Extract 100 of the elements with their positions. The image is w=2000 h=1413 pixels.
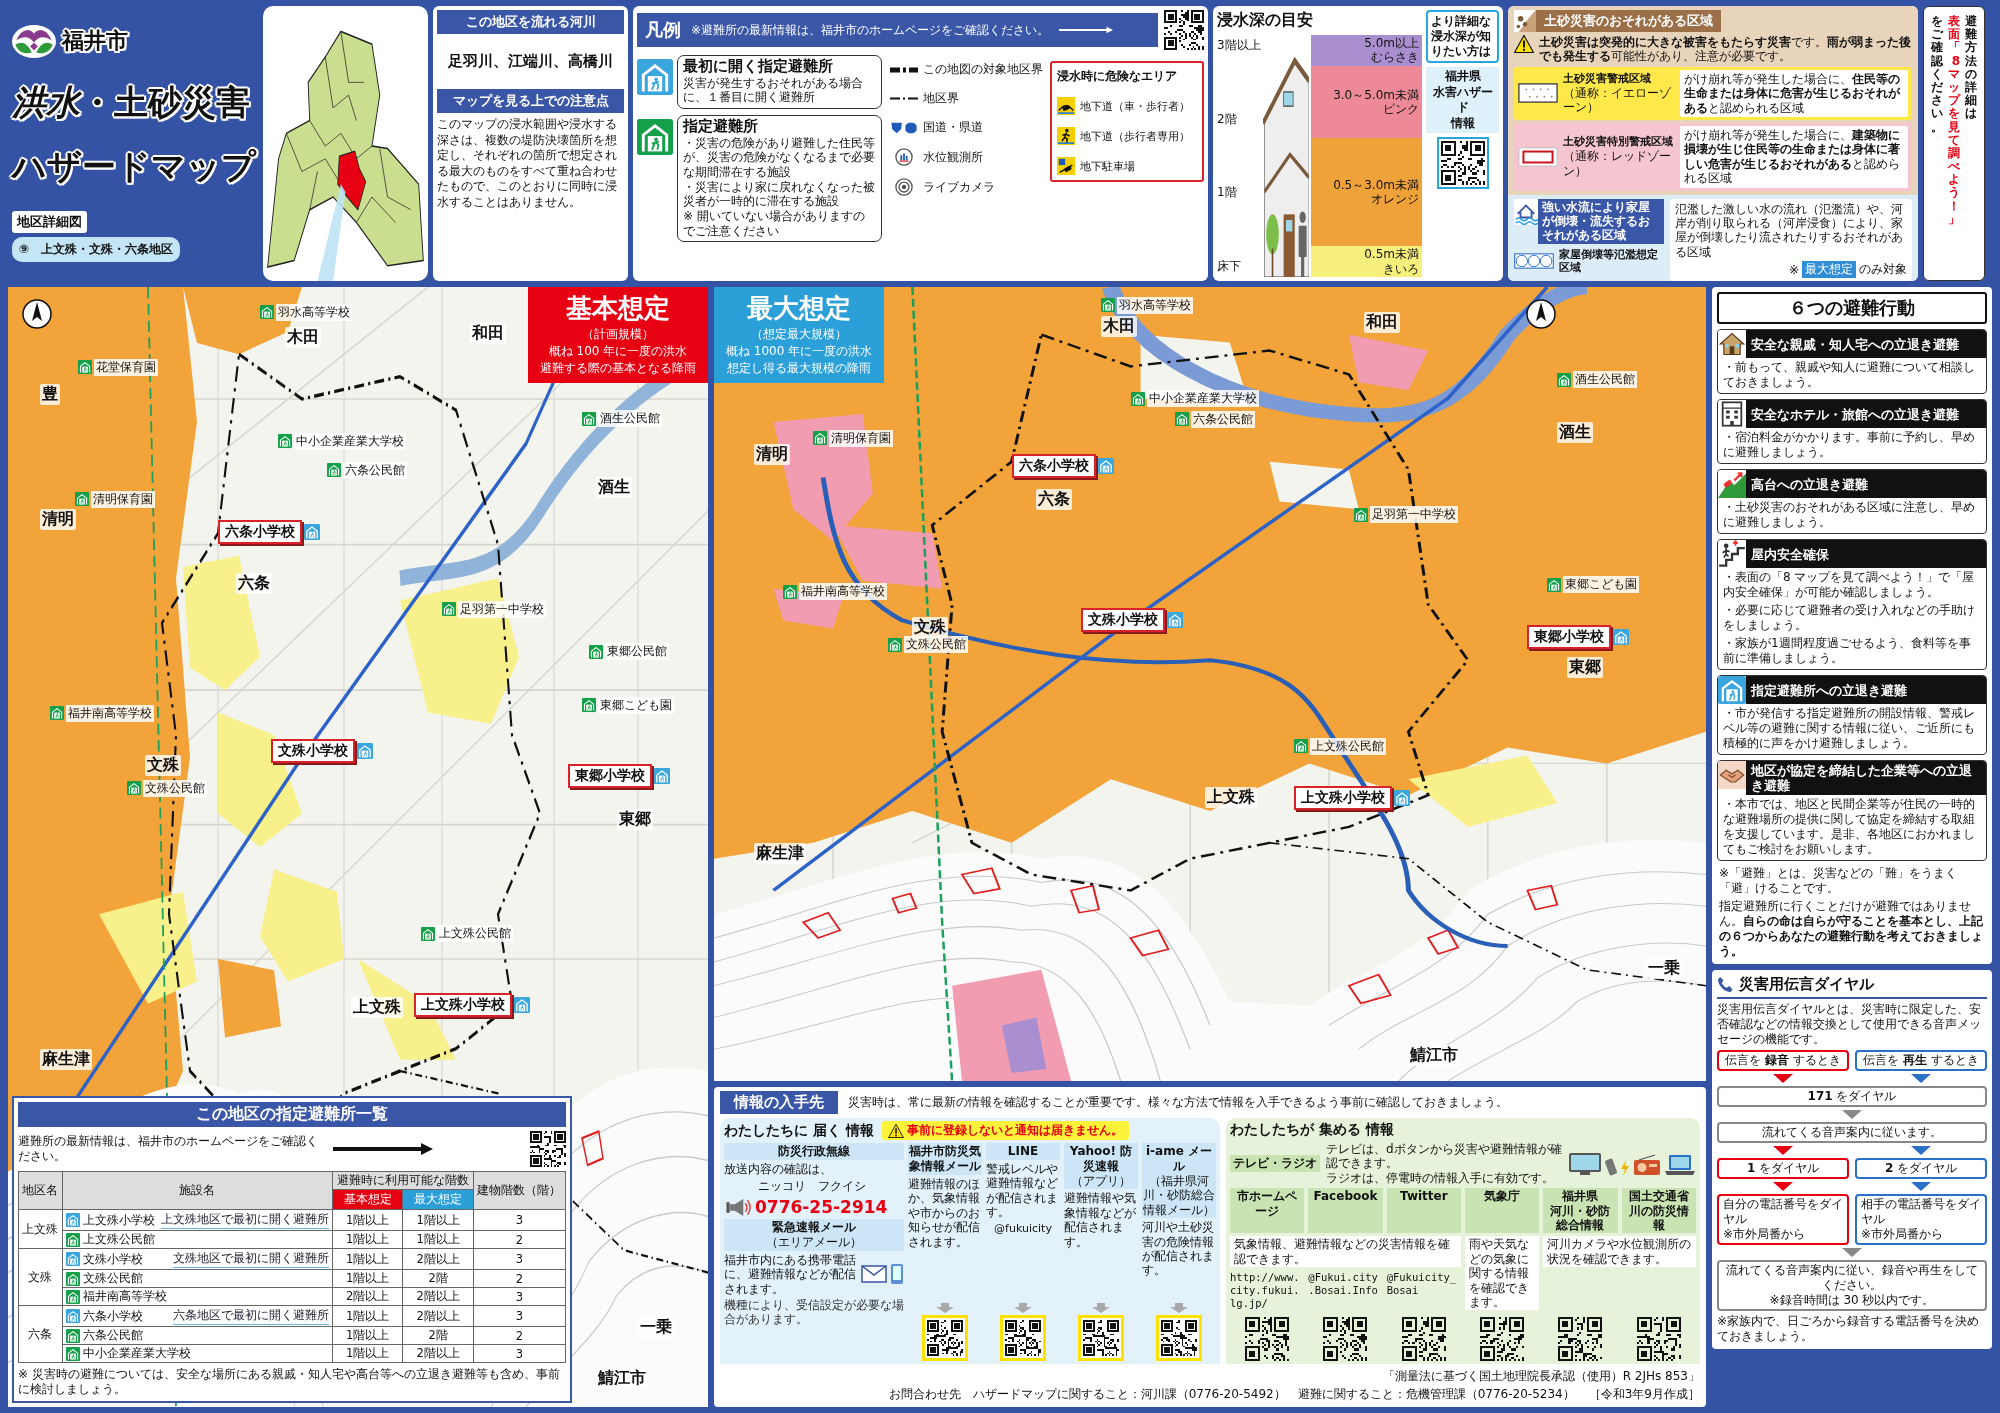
- shelter-list-footnote: ※ 災害時の避難については、安全な場所にある親戚・知人宅や高台等への立退き避難等も含め、事前に検討しましょう。: [18, 1367, 561, 1397]
- dial-number-step: 171 をダイヤル: [1717, 1086, 1987, 1107]
- shelter-legend-title: 指定避難所: [683, 117, 759, 136]
- shelter-legend-text: ・災害の危険があり避難した住民等が、災害の危険がなくなるまで必要な期間滞在する施設: [683, 135, 876, 180]
- qr-code-icon: [1436, 137, 1489, 190]
- depth-range: 0.5～3.0m未満: [1333, 177, 1419, 193]
- facility-label: 中小企業産業大学校: [1146, 390, 1259, 408]
- action-title: 安全な親戚・知人宅への立退き避難: [1746, 330, 1986, 358]
- sediment-warning-text: 土砂災害は突発的に大きな被害をもたらす災害です。雨が弱まった後でも発生する可能性があり、注意が必要です。: [1539, 35, 1912, 64]
- facility-label: 上文殊公民館: [437, 925, 513, 943]
- phone-number: 0776-25-2914: [755, 1197, 888, 1218]
- table-cell: 3: [473, 1248, 566, 1270]
- loudspeaker-icon: [724, 1197, 752, 1217]
- facility-name: 文殊小学校: [82, 1251, 143, 1267]
- section-heading: この地区を流れる河川: [437, 10, 624, 34]
- dial-final-step: 流れてくる音声案内に従い、録音や再生をしてください。 ※録音時間は 30 秒以内です。: [1717, 1260, 1987, 1311]
- zone-name: 土砂災害警戒区域: [1563, 72, 1652, 86]
- qr-code-icon: [1245, 1317, 1290, 1361]
- dial-intro: 災害用伝言ダイヤルとは、災害時に限定した、安否確認などの情報交換として使用できる音声メッセージの機能です。: [1717, 1002, 1982, 1047]
- table-cell: 2階: [402, 1326, 474, 1345]
- first-open-note: 六条地区で最初に開く避難所: [173, 1307, 329, 1325]
- lightning-icon: [1620, 1159, 1630, 1176]
- city-name: 福井市: [62, 27, 128, 56]
- outlined-area-swatch-icon: [1518, 146, 1558, 167]
- floor-label: 1階: [1217, 184, 1238, 202]
- area-name: 鯖江市: [596, 1367, 648, 1389]
- source-subtitle: （エリアメール）: [766, 1235, 862, 1250]
- qr-code-icon: [1558, 1317, 1603, 1361]
- area-name: 六条: [1036, 489, 1073, 511]
- source-title: 市ホームページ: [1230, 1188, 1305, 1234]
- dash-dot-line-icon: [890, 97, 918, 100]
- dotted-area-swatch-icon: [1518, 83, 1558, 104]
- area-name: 酒生: [596, 477, 632, 499]
- house-icon: [1718, 330, 1746, 358]
- action-title: 指定避難所への立退き避難: [1746, 676, 1986, 704]
- qr-code-icon: [1401, 1317, 1446, 1361]
- source-subtitle: （アプリ）: [1071, 1174, 1131, 1189]
- scenario-scale: （計画規模）: [582, 326, 654, 343]
- action-point: ・本市では、地区と民間企業等が住民の一時的な避難場所の提供に関して協定を締結する取組を支援しています。是非、各地区におかれましてもご検討をお願いします。: [1722, 796, 1976, 858]
- shelter-icon: [65, 1271, 80, 1286]
- table-cell: 1階以上: [332, 1305, 403, 1327]
- shelter-icon: [65, 1289, 80, 1304]
- action-point: ・表面の「8 マップを見て調べよう！」で「屋内安全確保」が可能か確認しましょう。: [1722, 569, 1976, 601]
- caution-text: このマップの浸水範囲や浸水する深さは、複数の堤防決壊箇所を想定し、それぞれの箇所で想定される最大のものをすべて重ね合わせたもので、このとおりに同時に浸水することはありません。: [437, 117, 618, 211]
- down-arrow-icon: [1773, 1146, 1793, 1155]
- dial-tip: ※家族内で、日ごろから録音する電話番号を決めておきましょう。: [1717, 1314, 1981, 1344]
- facility-label: 東郷こども園: [1563, 576, 1640, 593]
- account-handle: @fukuicity: [993, 1221, 1053, 1235]
- publication-date: ［令和3年9月作成］: [1588, 1386, 1700, 1403]
- legend-symbol-label: 国道・県道: [923, 119, 983, 136]
- column-header: 避難時に利用可能な階数: [332, 1171, 474, 1190]
- smartphone-icon: [890, 1263, 904, 1286]
- depth-color-name: オレンジ: [1371, 192, 1419, 207]
- survey-approval-text: 「測量法に基づく国土地理院長承認（使用）R 2JHs 853」: [1382, 1368, 1700, 1385]
- danger-area-label: 地下道（歩行者専用）: [1080, 128, 1190, 144]
- source-title: Yahoo! 防災速報: [1068, 1144, 1134, 1174]
- area-name: 和田: [470, 322, 506, 344]
- registration-warning-text: 事前に登録しないと通知は届きません。: [906, 1122, 1123, 1139]
- table-cell: 六条: [18, 1305, 63, 1363]
- scenario-description: 概ね 1000 年に一度の洪水: [726, 343, 873, 360]
- shelter-legend-text: 災害が発生するおそれがある場合に、１番目に開く避難所: [683, 75, 864, 105]
- depth-range: 3.0～5.0m未満: [1333, 87, 1419, 103]
- danger-area-label: 地下駐車場: [1080, 158, 1135, 174]
- school-label: 上文殊小学校: [414, 992, 512, 1017]
- flow-area-title: 強い水流により家屋が倒壊・流失するおそれがある区域: [1538, 198, 1664, 244]
- school-label: 上文殊小学校: [1294, 785, 1393, 810]
- table-cell: 2階: [402, 1269, 474, 1288]
- source-title: 福井市防災気象情報メール: [909, 1144, 981, 1174]
- dial-mode-label: 伝言を 録音 するとき: [1717, 1050, 1849, 1071]
- info-sources-heading: 情報の入手先: [720, 1091, 838, 1114]
- source-description: 河川カメラや水位観測所の状況を確認できます。: [1543, 1236, 1696, 1268]
- section-heading: マップを見る上での注意点: [437, 89, 624, 113]
- column-header: 地区名: [18, 1171, 63, 1210]
- facility-label: 酒生公民館: [598, 410, 662, 428]
- shelter-list-title: この地区の指定避難所一覧: [18, 1102, 566, 1127]
- table-cell: 1階以上: [332, 1230, 403, 1249]
- qr-code-icon: [1000, 1315, 1046, 1361]
- zone-alias: （通称：レッドゾーン）: [1563, 149, 1672, 178]
- area-name: 清明: [753, 444, 790, 466]
- note-text: のみ対象: [1859, 261, 1907, 279]
- down-arrow-icon: [1773, 1182, 1793, 1191]
- source-description: 河川や土砂災害の危険情報が配信されます。: [1142, 1220, 1215, 1278]
- underpass-pedestrian-icon: [1057, 127, 1075, 145]
- down-arrow-icon: [1170, 1303, 1188, 1313]
- table-cell: 2階以上: [402, 1305, 474, 1327]
- thick-dash-dot-line-icon: [890, 66, 918, 73]
- facility-label: 東郷公民館: [605, 643, 669, 661]
- underground-parking-icon: [1057, 157, 1075, 175]
- facility-name: 福井南高等学校: [82, 1289, 167, 1304]
- scenario-title: 基本想定: [566, 292, 670, 325]
- table-cell: 2: [473, 1326, 566, 1345]
- source-description: ラジオは、停電時の情報入手に有効です。: [1326, 1170, 1555, 1186]
- facility-name: 上文殊公民館: [82, 1232, 155, 1247]
- school-label: 東郷小学校: [1527, 625, 1612, 650]
- area-name: 一乗: [1646, 957, 1683, 979]
- area-name: 豊: [39, 384, 60, 406]
- source-title: i-ame メール: [1145, 1144, 1213, 1174]
- floor-label: 3階以上: [1217, 37, 1261, 54]
- depth-guide-title: 浸水深の目安: [1217, 10, 1314, 31]
- zone-description: がけ崩れ等が発生した場合に、住民等の生命または身体に危害が生じるおそれがあると認められる区域: [1680, 69, 1908, 117]
